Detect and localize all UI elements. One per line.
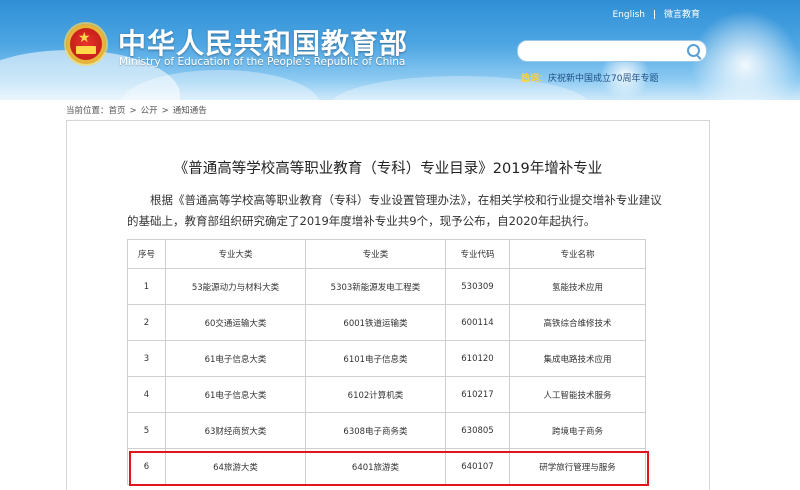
cell-major-name: 跨境电子商务 bbox=[509, 412, 646, 449]
english-link[interactable]: English bbox=[612, 10, 645, 20]
cell-major-category: 61电子信息大类 bbox=[165, 340, 306, 377]
cell-major-code: 600114 bbox=[445, 304, 510, 341]
hot-topic-link[interactable]: 庆祝新中国成立70周年专题 bbox=[548, 74, 658, 84]
cell-major-name: 高铁综合维修技术 bbox=[509, 304, 646, 341]
search-box bbox=[517, 40, 707, 62]
cell-index: 6 bbox=[127, 448, 166, 485]
cell-index: 2 bbox=[127, 304, 166, 341]
breadcrumb-notices[interactable]: 通知通告 bbox=[173, 106, 207, 116]
majors-table: 序号 专业大类 专业类 专业代码 专业名称 1 53能源动力与材料大类 5303… bbox=[127, 239, 646, 485]
hot-words: 热词：庆祝新中国成立70周年专题 bbox=[521, 71, 658, 84]
cell-major-code: 610120 bbox=[445, 340, 510, 377]
cell-major-class: 5303新能源发电工程类 bbox=[305, 268, 446, 305]
cell-major-name: 集成电路技术应用 bbox=[509, 340, 646, 377]
breadcrumb-home[interactable]: 首页 bbox=[109, 106, 126, 116]
table-row: 4 61电子信息大类 6102计算机类 610217 人工智能技术服务 bbox=[127, 376, 646, 413]
header-major-code: 专业代码 bbox=[445, 239, 510, 269]
hot-label: 热词： bbox=[521, 74, 549, 84]
header-major-category: 专业大类 bbox=[165, 239, 306, 269]
cell-index: 5 bbox=[127, 412, 166, 449]
cell-major-category: 64旅游大类 bbox=[165, 448, 306, 485]
emblem-gate-icon bbox=[76, 46, 96, 54]
table-row-highlighted: 6 64旅游大类 6401旅游类 640107 研学旅行管理与服务 bbox=[127, 448, 646, 485]
cell-major-class: 6401旅游类 bbox=[305, 448, 446, 485]
search-input[interactable] bbox=[526, 43, 680, 59]
table-header-row: 序号 专业大类 专业类 专业代码 专业名称 bbox=[127, 239, 646, 269]
breadcrumb-separator: > bbox=[129, 106, 137, 116]
cell-major-code: 610217 bbox=[445, 376, 510, 413]
site-header: ★ 中华人民共和国教育部 Ministry of Education of th… bbox=[0, 0, 800, 100]
cell-major-category: 63财经商贸大类 bbox=[165, 412, 306, 449]
article-panel: 《普通高等学校高等职业教育（专科）专业目录》2019年增补专业 根据《普通高等学… bbox=[66, 120, 710, 490]
cell-major-class: 6102计算机类 bbox=[305, 376, 446, 413]
article-intro: 根据《普通高等学校高等职业教育（专科）专业设置管理办法》，在相关学校和行业提交增… bbox=[127, 193, 662, 228]
cell-major-category: 61电子信息大类 bbox=[165, 376, 306, 413]
cell-index: 1 bbox=[127, 268, 166, 305]
cell-major-category: 53能源动力与材料大类 bbox=[165, 268, 306, 305]
cell-index: 4 bbox=[127, 376, 166, 413]
breadcrumb-separator: > bbox=[161, 106, 169, 116]
emblem-star-icon: ★ bbox=[78, 30, 91, 46]
cell-major-code: 630805 bbox=[445, 412, 510, 449]
cell-major-code: 640107 bbox=[445, 448, 510, 485]
weiyan-link[interactable]: 微言教育 bbox=[664, 10, 700, 20]
cell-major-name: 氢能技术应用 bbox=[509, 268, 646, 305]
breadcrumb: 当前位置：首页 > 公开 > 通知通告 bbox=[66, 104, 207, 116]
cell-major-class: 6001铁道运输类 bbox=[305, 304, 446, 341]
link-divider bbox=[653, 10, 655, 19]
cell-major-class: 6101电子信息类 bbox=[305, 340, 446, 377]
table-row: 3 61电子信息大类 6101电子信息类 610120 集成电路技术应用 bbox=[127, 340, 646, 377]
site-subtitle: Ministry of Education of the People's Re… bbox=[119, 56, 406, 68]
top-links: English 微言教育 bbox=[612, 7, 700, 20]
cell-major-class: 6308电子商务类 bbox=[305, 412, 446, 449]
header-major-name: 专业名称 bbox=[509, 239, 646, 269]
national-emblem-icon[interactable]: ★ bbox=[66, 24, 106, 64]
cell-major-name: 研学旅行管理与服务 bbox=[509, 448, 646, 485]
cell-index: 3 bbox=[127, 340, 166, 377]
breadcrumb-public[interactable]: 公开 bbox=[141, 106, 158, 116]
header-index: 序号 bbox=[127, 239, 166, 269]
cell-major-name: 人工智能技术服务 bbox=[509, 376, 646, 413]
cell-major-category: 60交通运输大类 bbox=[165, 304, 306, 341]
header-major-class: 专业类 bbox=[305, 239, 446, 269]
table-row: 2 60交通运输大类 6001铁道运输类 600114 高铁综合维修技术 bbox=[127, 304, 646, 341]
cell-major-code: 530309 bbox=[445, 268, 510, 305]
search-icon[interactable] bbox=[687, 44, 700, 57]
table-row: 5 63财经商贸大类 6308电子商务类 630805 跨境电子商务 bbox=[127, 412, 646, 449]
table-row: 1 53能源动力与材料大类 5303新能源发电工程类 530309 氢能技术应用 bbox=[127, 268, 646, 305]
breadcrumb-prefix: 当前位置： bbox=[66, 106, 109, 116]
article-title: 《普通高等学校高等职业教育（专科）专业目录》2019年增补专业 bbox=[173, 161, 603, 177]
